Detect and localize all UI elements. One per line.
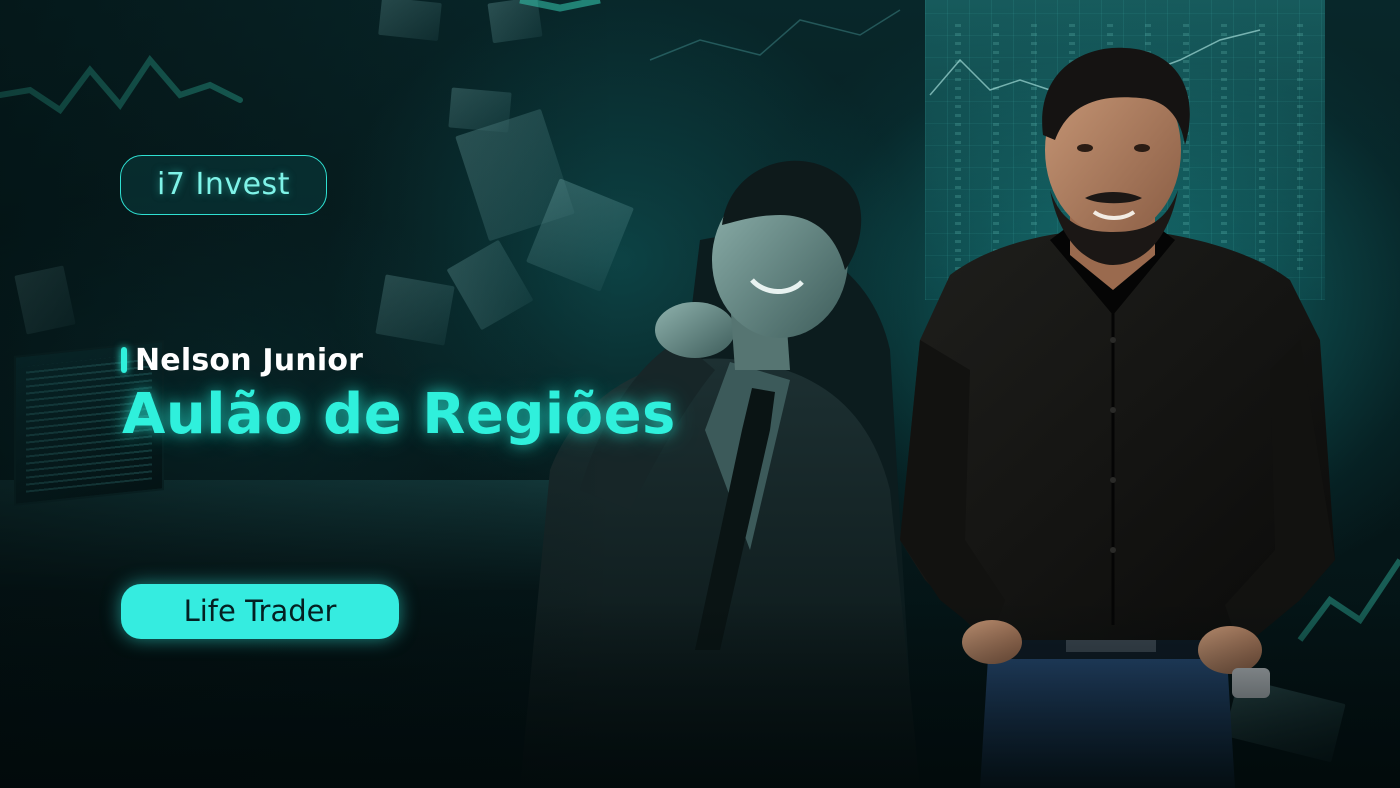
accent-bar	[121, 347, 127, 373]
banner-canvas: i7 Invest Nelson Junior Aulão de Regiões…	[0, 0, 1400, 788]
presenter-name: Nelson Junior	[135, 342, 364, 378]
course-title: Aulão de Regiões	[122, 382, 676, 447]
presenter-name-row: Nelson Junior	[121, 338, 363, 382]
brand-badge: i7 Invest	[120, 155, 327, 215]
life-trader-tag: Life Trader	[121, 584, 399, 639]
